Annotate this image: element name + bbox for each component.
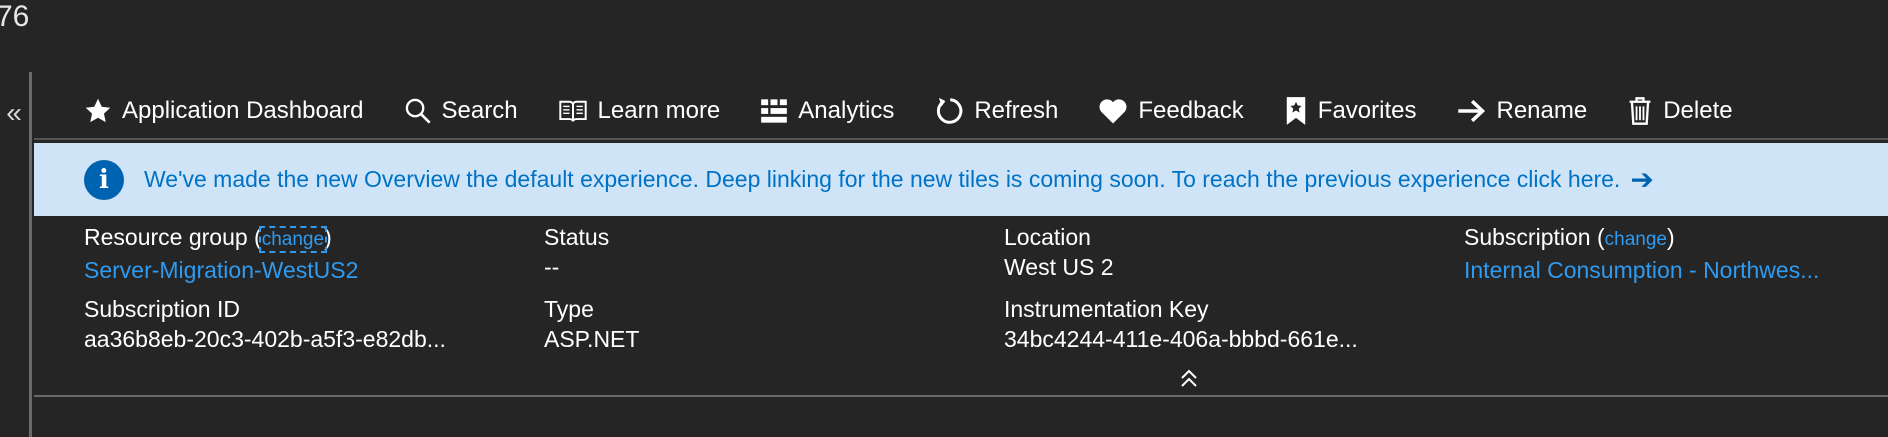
info-icon: i <box>84 159 124 200</box>
learn-more-label: Learn more <box>597 97 721 124</box>
collapse-essentials-icon[interactable] <box>1178 368 1200 390</box>
analytics-label: Analytics <box>798 97 895 124</box>
subscription-id-field: Subscription ID aa36b8eb-20c3-402b-a5f3-… <box>84 294 534 354</box>
subscription-field: Subscription (change) Internal Consumpti… <box>1464 222 1888 285</box>
instrumentation-key-label: Instrumentation Key <box>1004 296 1209 322</box>
trash-icon <box>1629 97 1651 125</box>
subscription-change-link[interactable]: change <box>1605 229 1667 250</box>
location-field: Location West US 2 <box>1004 222 1454 282</box>
refresh-label: Refresh <box>974 97 1059 124</box>
essentials-panel: Resource group (change) Server-Migration… <box>84 222 1888 362</box>
banner-arrow-icon[interactable]: ➔ <box>1630 165 1653 194</box>
favorites-label: Favorites <box>1317 97 1417 124</box>
application-dashboard-button[interactable]: Application Dashboard <box>84 97 364 125</box>
top-partial-number: 76 <box>0 0 30 33</box>
instrumentation-key-field: Instrumentation Key 34bc4244-411e-406a-b… <box>1004 294 1454 354</box>
rename-button[interactable]: Rename <box>1456 97 1587 125</box>
banner-message-link[interactable]: We've made the new Overview the default … <box>144 166 1620 193</box>
status-label: Status <box>544 224 610 250</box>
refresh-button[interactable]: Refresh <box>934 96 1058 126</box>
resource-group-label: Resource group <box>84 224 248 250</box>
bookmark-star-icon <box>1286 97 1306 125</box>
instrumentation-key-value: 34bc4244-411e-406a-bbbd-661e... <box>1004 326 1358 352</box>
info-banner: i We've made the new Overview the defaul… <box>34 143 1888 216</box>
search-button[interactable]: Search <box>404 97 518 125</box>
status-value: -- <box>544 254 560 280</box>
delete-label: Delete <box>1663 97 1733 124</box>
collapse-panel-icon[interactable]: « <box>0 98 28 128</box>
location-value: West US 2 <box>1004 254 1114 280</box>
subscription-id-value: aa36b8eb-20c3-402b-a5f3-e82db... <box>84 326 446 352</box>
resource-group-field: Resource group (change) Server-Migration… <box>84 222 534 285</box>
type-field: Type ASP.NET <box>544 294 994 354</box>
search-icon <box>405 98 431 124</box>
analytics-button[interactable]: Analytics <box>760 97 894 125</box>
learn-more-button[interactable]: Learn more <box>558 97 721 125</box>
search-label: Search <box>441 97 518 124</box>
divider <box>34 395 1888 397</box>
resource-group-value-link[interactable]: Server-Migration-WestUS2 <box>84 255 534 285</box>
star-icon <box>85 98 111 123</box>
feedback-label: Feedback <box>1138 97 1244 124</box>
book-icon <box>558 100 587 122</box>
type-label: Type <box>544 296 594 322</box>
arrow-right-icon <box>1458 99 1486 123</box>
resource-group-change-link[interactable]: change <box>258 226 328 253</box>
subscription-label: Subscription <box>1464 224 1591 250</box>
rename-label: Rename <box>1496 97 1588 124</box>
subscription-value-link[interactable]: Internal Consumption - Northwes... <box>1464 255 1888 285</box>
location-label: Location <box>1004 224 1091 250</box>
subscription-id-label: Subscription ID <box>84 296 240 322</box>
feedback-button[interactable]: Feedback <box>1098 97 1244 125</box>
command-toolbar: Application Dashboard Search Learn more <box>34 84 1888 140</box>
status-field: Status -- <box>544 222 994 282</box>
application-dashboard-label: Application Dashboard <box>122 97 364 124</box>
heart-icon <box>1099 99 1127 124</box>
delete-button[interactable]: Delete <box>1627 96 1733 126</box>
favorites-button[interactable]: Favorites <box>1284 96 1417 126</box>
type-value: ASP.NET <box>544 326 640 352</box>
analytics-grid-icon <box>761 99 788 123</box>
refresh-icon <box>937 97 963 124</box>
